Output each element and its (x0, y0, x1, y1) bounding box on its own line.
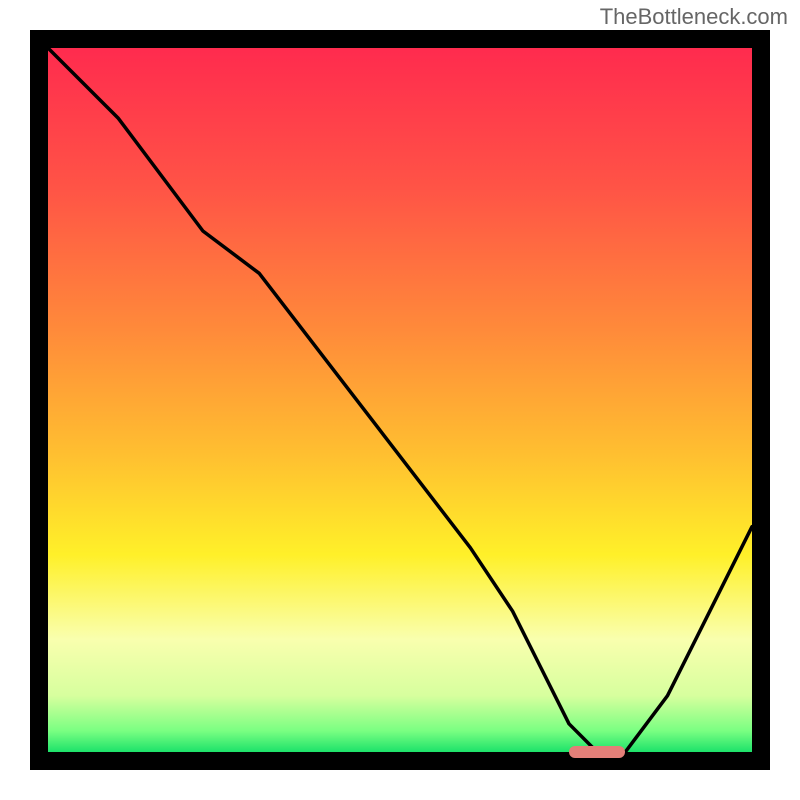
plot-frame (30, 30, 770, 770)
bottleneck-curve (48, 48, 752, 752)
optimal-marker (569, 746, 625, 758)
chart-container: TheBottleneck.com (0, 0, 800, 800)
watermark-text: TheBottleneck.com (600, 4, 788, 30)
